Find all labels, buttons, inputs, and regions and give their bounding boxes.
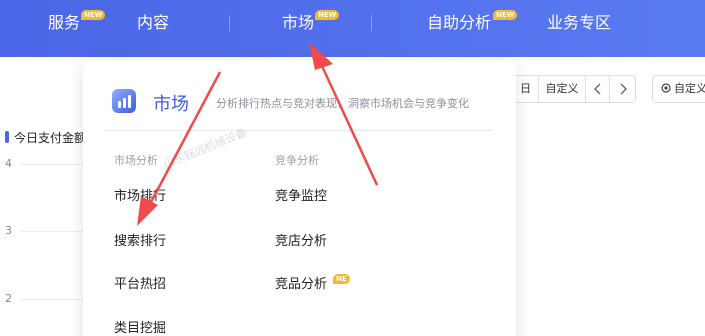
arrow-to-market-nav-icon xyxy=(309,42,379,186)
arrow-to-search-ranking-icon xyxy=(137,71,222,226)
annotation-arrows xyxy=(137,42,379,226)
